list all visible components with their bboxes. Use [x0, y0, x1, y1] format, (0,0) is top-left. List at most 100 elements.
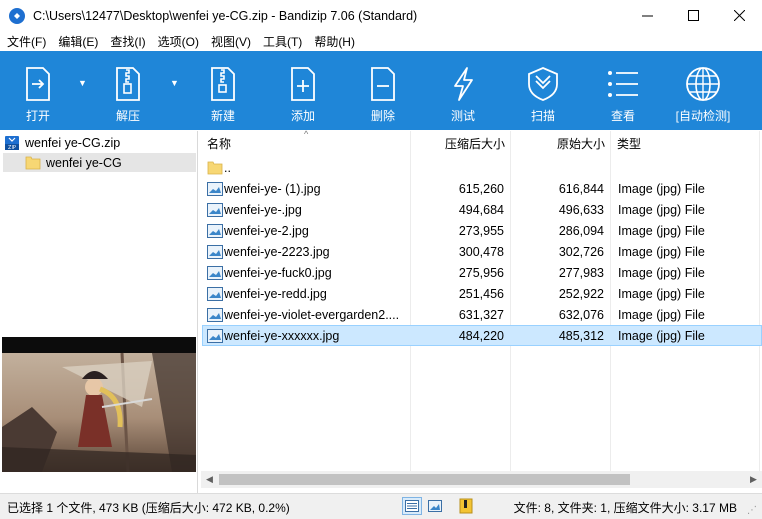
maximize-icon: [687, 10, 699, 21]
column-type-label: 类型: [617, 136, 642, 151]
file-row[interactable]: wenfei-ye- (1).jpg 615,260 616,844 Image…: [202, 178, 762, 199]
scan-button[interactable]: 扫描: [521, 51, 565, 130]
image-file-icon: [207, 178, 223, 199]
tree-root-item[interactable]: ZIP wenfei ye-CG.zip: [4, 135, 120, 151]
file-packed-size: 251,456: [458, 286, 504, 301]
scrollbar-thumb[interactable]: [219, 474, 630, 485]
view-button[interactable]: 查看: [601, 51, 645, 130]
file-row-selected[interactable]: wenfei-ye-xxxxxx.jpg 484,220 485,312 Ima…: [202, 325, 762, 346]
file-row[interactable]: wenfei-ye-2223.jpg 300,478 302,726 Image…: [202, 241, 762, 262]
image-file-icon: [207, 220, 223, 241]
file-row[interactable]: wenfei-ye-.jpg 494,684 496,633 Image (jp…: [202, 199, 762, 220]
tree-folder-item[interactable]: wenfei ye-CG: [3, 153, 196, 172]
file-row-parent[interactable]: ..: [202, 157, 762, 178]
file-name: ..: [224, 160, 231, 175]
test-button[interactable]: 测试: [441, 51, 485, 130]
column-original-label: 原始大小: [556, 136, 605, 151]
column-header-original[interactable]: 原始大小: [511, 131, 605, 155]
file-original-size: 496,633: [558, 202, 604, 217]
maximize-button[interactable]: [670, 0, 716, 31]
image-file-icon: [207, 199, 223, 220]
extract-button[interactable]: 解压: [106, 51, 150, 130]
menu-edit[interactable]: 编辑(E): [51, 33, 103, 50]
file-original-size: 286,094: [558, 223, 604, 238]
extract-label: 解压: [115, 109, 140, 123]
menu-view[interactable]: 视图(V): [204, 33, 256, 50]
file-packed-size: 494,684: [458, 202, 504, 217]
file-type: Image (jpg) File: [618, 244, 705, 259]
column-name-label: 名称: [207, 136, 232, 151]
menu-find[interactable]: 查找(I): [103, 33, 150, 50]
zip-file-icon: ZIP: [5, 136, 19, 151]
tree-folder-label: wenfei ye-CG: [46, 155, 122, 170]
codepage-button[interactable]: [自动检测]: [673, 51, 733, 130]
column-header-type[interactable]: 类型: [617, 131, 757, 155]
horizontal-scrollbar[interactable]: ◀ ▶: [201, 471, 762, 488]
menu-tools[interactable]: 工具(T): [256, 33, 307, 50]
minimize-button[interactable]: [624, 0, 670, 31]
archive-summary-status: 文件: 8, 文件夹: 1, 压缩文件大小: 3.17 MB: [513, 501, 737, 515]
details-view-icon[interactable]: [402, 497, 422, 515]
new-archive-icon: [208, 65, 238, 103]
delete-label: 删除: [370, 109, 395, 123]
file-name: wenfei-ye-redd.jpg: [224, 286, 327, 301]
file-packed-size: 275,956: [458, 265, 504, 280]
scroll-right-icon[interactable]: ▶: [745, 471, 762, 488]
image-file-icon: [207, 325, 223, 346]
file-packed-size: 484,220: [458, 328, 504, 343]
file-list-panel: 名称 ^ 压缩后大小 原始大小 类型 .. wenfei-ye- (1).jpg…: [201, 129, 762, 493]
file-row[interactable]: wenfei-ye-fuck0.jpg 275,956 277,983 Imag…: [202, 262, 762, 283]
add-button[interactable]: 添加: [281, 51, 325, 130]
file-original-size: 302,726: [558, 244, 604, 259]
file-name: wenfei-ye-violet-evergarden2....: [224, 307, 400, 322]
file-type: Image (jpg) File: [618, 265, 705, 280]
close-button[interactable]: [716, 0, 762, 31]
sort-ascending-icon: ^: [304, 129, 309, 139]
file-packed-size: 615,260: [458, 181, 504, 196]
scroll-left-icon[interactable]: ◀: [201, 471, 218, 488]
file-original-size: 252,922: [558, 286, 604, 301]
scan-label: 扫描: [530, 109, 555, 123]
file-type: Image (jpg) File: [618, 181, 705, 196]
file-type: Image (jpg) File: [618, 307, 705, 322]
file-row[interactable]: wenfei-ye-2.jpg 273,955 286,094 Image (j…: [202, 220, 762, 241]
new-archive-button[interactable]: 新建: [201, 51, 245, 130]
open-icon: [23, 65, 53, 103]
file-original-size: 632,076: [558, 307, 604, 322]
codepage-globe-icon: [685, 65, 721, 103]
image-file-icon: [207, 241, 223, 262]
close-icon: [733, 10, 745, 21]
archive-info-icon[interactable]: [456, 497, 476, 515]
open-label: 打开: [25, 109, 50, 123]
folder-icon: [25, 156, 41, 169]
delete-button[interactable]: 删除: [361, 51, 405, 130]
menu-bar: 文件(F) 编辑(E) 查找(I) 选项(O) 视图(V) 工具(T) 帮助(H…: [0, 31, 762, 51]
view-list-icon: [606, 65, 640, 103]
add-label: 添加: [290, 109, 315, 123]
status-bar: 已选择 1 个文件, 473 KB (压缩后大小: 472 KB, 0.2%) …: [0, 493, 762, 519]
column-header-name[interactable]: 名称 ^: [207, 129, 407, 155]
file-row[interactable]: wenfei-ye-redd.jpg 251,456 252,922 Image…: [202, 283, 762, 304]
column-packed-label: 压缩后大小: [444, 136, 505, 151]
resize-grip-icon[interactable]: ⋰: [747, 505, 759, 517]
menu-options[interactable]: 选项(O): [151, 33, 204, 50]
thumbnail-view-icon[interactable]: [425, 497, 445, 515]
column-header-packed[interactable]: 压缩后大小: [411, 131, 505, 155]
image-file-icon: [207, 304, 223, 325]
file-packed-size: 273,955: [458, 223, 504, 238]
file-name: wenfei-ye-xxxxxx.jpg: [224, 328, 340, 343]
test-lightning-icon: [448, 65, 478, 103]
scan-shield-icon: [525, 65, 561, 103]
menu-help[interactable]: 帮助(H): [307, 33, 360, 50]
open-button[interactable]: 打开: [16, 51, 60, 130]
file-row[interactable]: wenfei-ye-violet-evergarden2.... 631,327…: [202, 304, 762, 325]
toolbar: 打开 ▼ 解压 ▼ 新建 添加 删除 测试 扫描 查看 [自动检测]: [0, 51, 762, 130]
file-original-size: 616,844: [558, 181, 604, 196]
extract-dropdown-arrow-icon[interactable]: ▼: [170, 78, 179, 88]
menu-file[interactable]: 文件(F): [0, 33, 51, 50]
codepage-label: [自动检测]: [675, 109, 731, 123]
image-preview: [2, 337, 196, 472]
file-name: wenfei-ye-2223.jpg: [224, 244, 330, 259]
folder-tree-panel: ZIP wenfei ye-CG.zip wenfei ye-CG: [0, 131, 198, 493]
open-dropdown-arrow-icon[interactable]: ▼: [78, 78, 87, 88]
